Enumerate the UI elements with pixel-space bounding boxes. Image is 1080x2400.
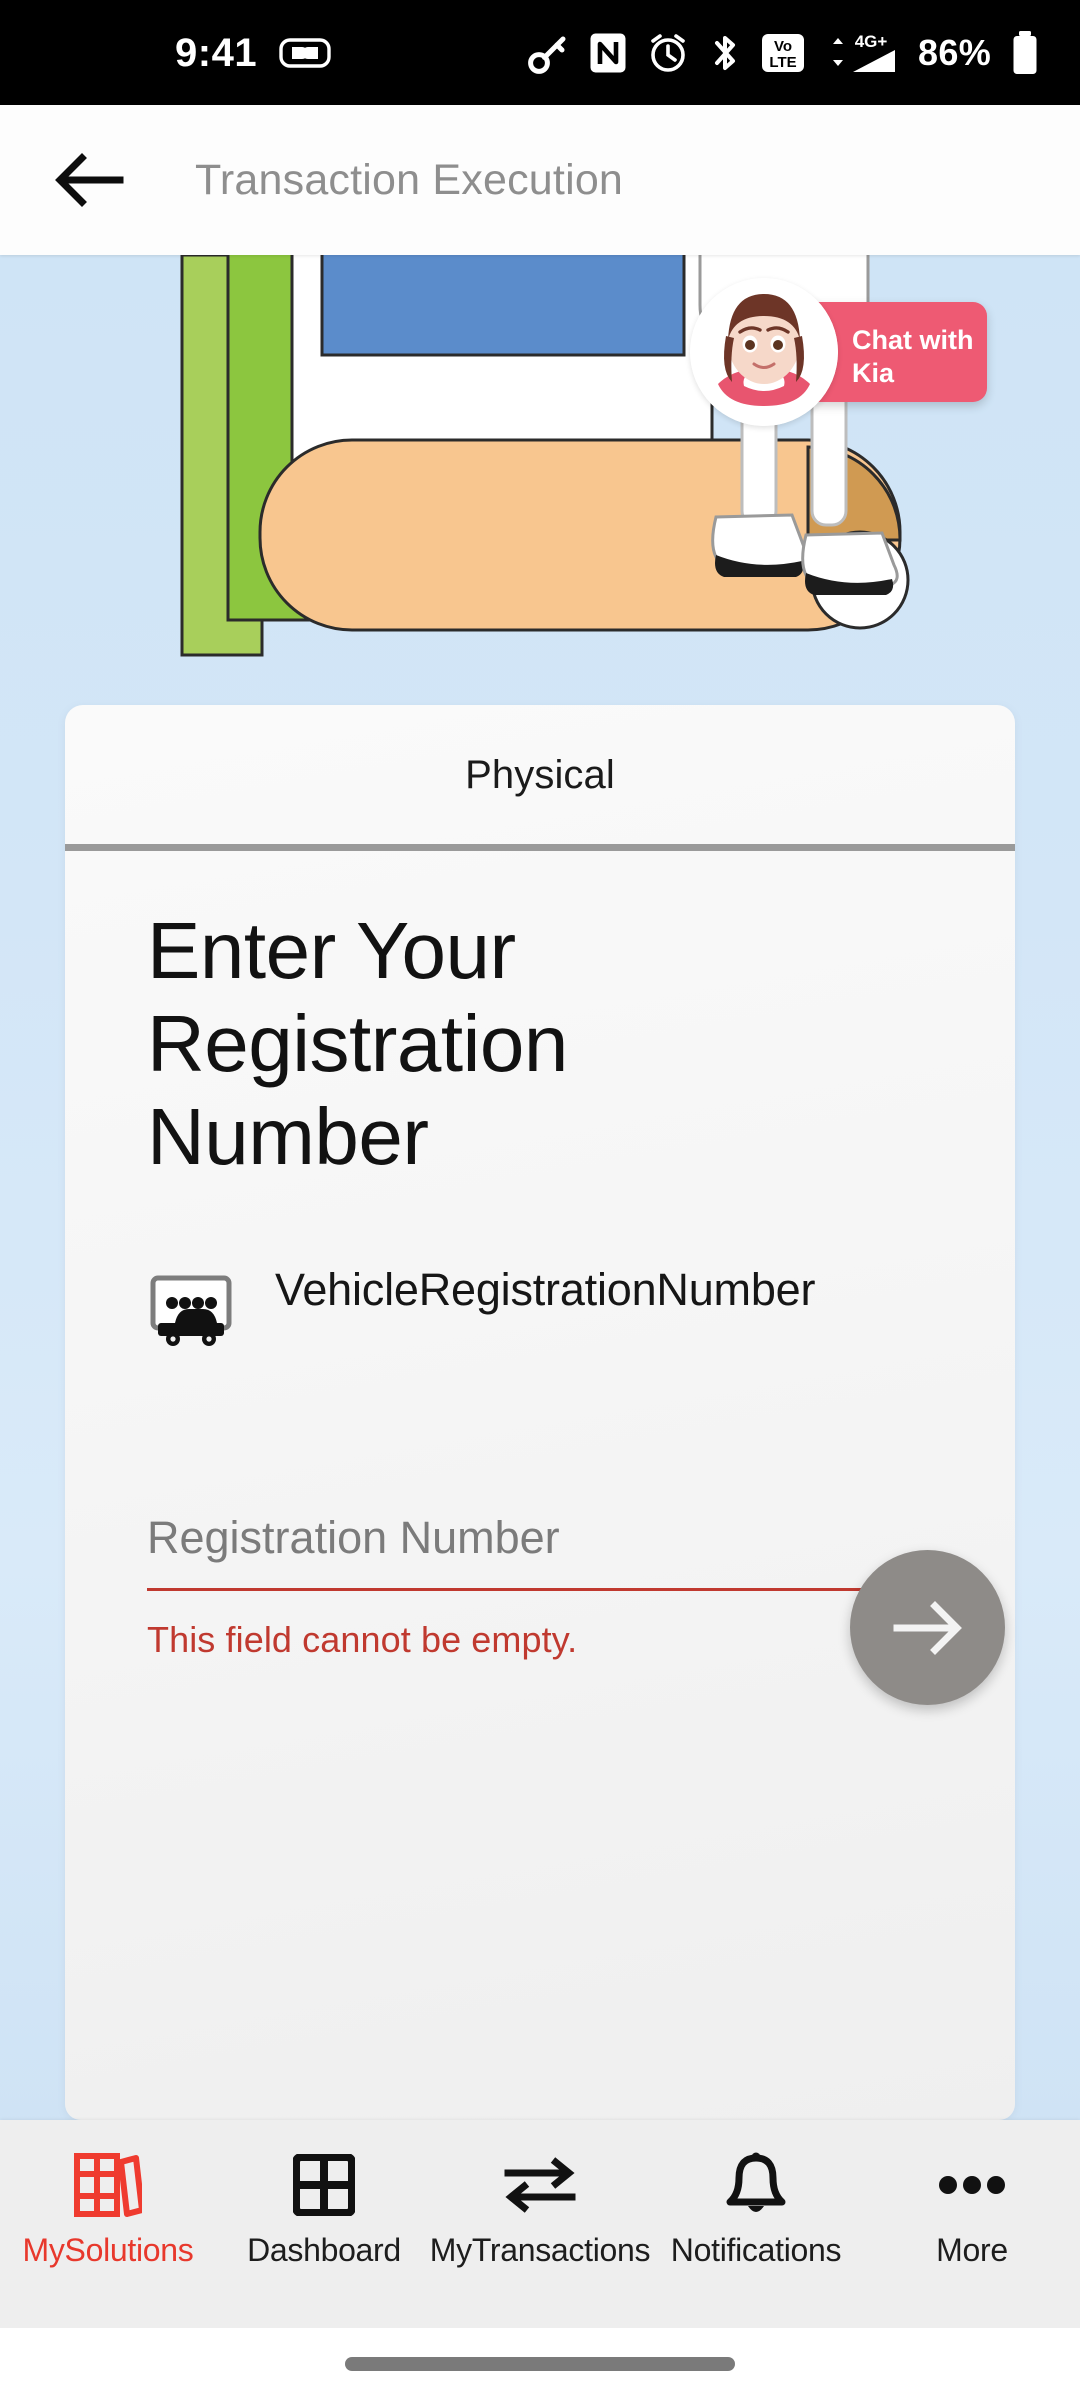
- next-button[interactable]: [850, 1550, 1005, 1705]
- field-label-vehicle-registration-number: VehicleRegistrationNumber: [275, 1264, 816, 1316]
- alarm-icon: [646, 31, 690, 75]
- bluetooth-icon: [709, 31, 741, 75]
- nav-item-dashboard[interactable]: Dashboard: [224, 2152, 424, 2269]
- kia-avatar-icon: [690, 278, 838, 426]
- nav-label-mytransactions: MyTransactions: [429, 2232, 651, 2268]
- chat-with-kia-button[interactable]: Chat with Kia: [690, 278, 987, 426]
- nfc-icon: [589, 32, 627, 74]
- registration-number-input[interactable]: [147, 1512, 933, 1592]
- nav-label-notifications: Notifications: [670, 2232, 842, 2268]
- status-bar: 9:41 Vo LTE 4G+ 86%: [0, 0, 1080, 105]
- nav-item-more[interactable]: More: [872, 2152, 1072, 2269]
- arrow-left-icon: [55, 153, 124, 207]
- status-time: 9:41: [175, 30, 258, 75]
- app-screen: 9:41 Vo LTE 4G+ 86% Transaction Executio…: [0, 0, 1080, 2400]
- status-bar-right: Vo LTE 4G+ 86%: [528, 30, 1040, 76]
- volte-icon: Vo LTE: [760, 30, 806, 76]
- gesture-bar: [0, 2328, 1080, 2400]
- chat-label-line2: Kia: [852, 357, 895, 388]
- earbuds-icon: [279, 36, 331, 70]
- back-button[interactable]: [45, 135, 135, 225]
- swap-arrows-icon: [503, 2152, 577, 2218]
- bell-icon: [725, 2152, 787, 2218]
- nav-label-dashboard: Dashboard: [247, 2232, 401, 2268]
- tab-physical[interactable]: Physical: [465, 753, 615, 798]
- tab-underline: [65, 844, 1015, 851]
- svg-text:LTE: LTE: [769, 54, 796, 71]
- battery-percent-label: 86%: [918, 31, 991, 73]
- arrow-right-icon: [893, 1600, 962, 1655]
- grid-icon: [293, 2152, 355, 2218]
- vehicle-registration-plate-icon: [147, 1271, 235, 1352]
- registration-error-message: This field cannot be empty.: [147, 1619, 578, 1661]
- battery-icon: [1010, 30, 1040, 76]
- page-title: Transaction Execution: [195, 155, 624, 204]
- registration-card: Physical Enter Your Registration Number: [65, 705, 1015, 2120]
- status-bar-left: 9:41: [175, 33, 331, 73]
- nav-label-mysolutions: MySolutions: [22, 2232, 194, 2268]
- card-body: Enter Your Registration Number VehicleRe…: [65, 845, 1015, 1661]
- svg-text:4G+: 4G+: [855, 32, 888, 51]
- books-icon: [74, 2152, 142, 2218]
- registration-input-wrap: This field cannot be empty.: [147, 1512, 933, 1661]
- vpn-key-icon: [528, 32, 570, 74]
- field-label-row: VehicleRegistrationNumber: [147, 1261, 933, 1352]
- card-tab-bar: Physical: [65, 705, 1015, 851]
- svg-text:Vo: Vo: [774, 38, 792, 55]
- bottom-navigation: MySolutions Dashboard MyTransactions Not…: [0, 2120, 1080, 2328]
- nav-item-notifications[interactable]: Notifications: [656, 2152, 856, 2269]
- nav-item-mytransactions[interactable]: MyTransactions: [430, 2152, 651, 2269]
- content-area: Chat with Kia Physical Enter Your Regist…: [0, 255, 1080, 2120]
- card-headline: Enter Your Registration Number: [147, 906, 568, 1181]
- app-bar: Transaction Execution: [0, 105, 1080, 255]
- home-indicator[interactable]: [345, 2357, 735, 2371]
- chat-with-kia-label: Chat with Kia: [852, 324, 982, 390]
- ellipsis-icon: [937, 2152, 1007, 2218]
- signal-4g-plus-icon: 4G+: [825, 30, 899, 76]
- nav-label-more: More: [936, 2232, 1008, 2268]
- chat-label-line1: Chat with: [852, 325, 974, 355]
- nav-item-mysolutions[interactable]: MySolutions: [8, 2152, 208, 2269]
